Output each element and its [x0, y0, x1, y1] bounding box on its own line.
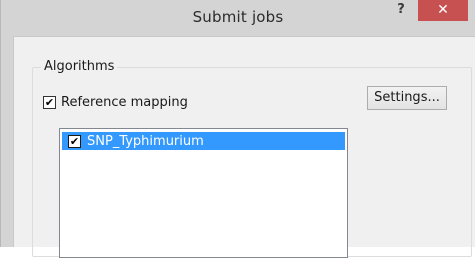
checkbox-check-icon: ✔: [43, 95, 56, 109]
list-item[interactable]: ✔ SNP_Typhimurium: [62, 132, 345, 150]
close-button[interactable]: ✕: [418, 0, 468, 21]
settings-button[interactable]: Settings...: [367, 86, 447, 110]
help-button[interactable]: ?: [385, 0, 417, 22]
list-item-label: SNP_Typhimurium: [87, 133, 204, 149]
reference-mapping-checkbox[interactable]: ✔ Reference mapping: [43, 92, 188, 112]
algorithm-listbox[interactable]: ✔ SNP_Typhimurium: [59, 128, 348, 258]
list-item-check-icon[interactable]: ✔: [68, 134, 81, 148]
dialog-body: Algorithms ✔ Reference mapping Settings.…: [13, 36, 475, 258]
reference-mapping-label: Reference mapping: [61, 94, 188, 110]
submit-jobs-dialog: Submit jobs ? ✕ Algorithms ✔ Reference m…: [0, 0, 475, 258]
algorithms-groupbox: Algorithms ✔ Reference mapping Settings.…: [32, 59, 472, 258]
title-bar[interactable]: Submit jobs ? ✕: [1, 0, 475, 36]
algorithms-group-label: Algorithms: [41, 59, 118, 74]
close-icon: ✕: [437, 2, 449, 18]
